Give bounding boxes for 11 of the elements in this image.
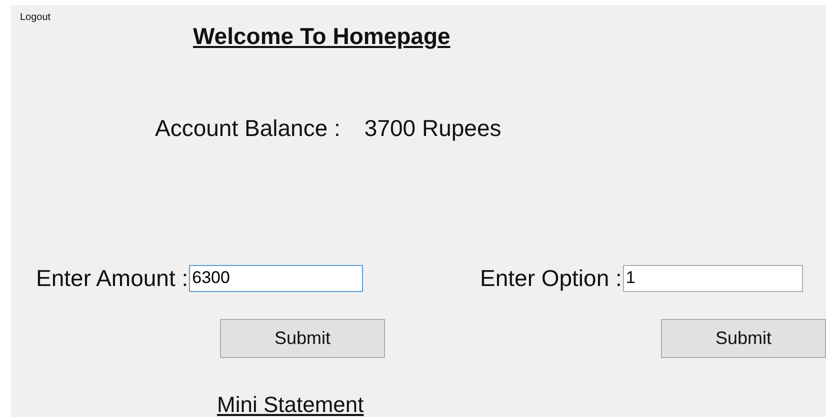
input-field[interactable]: 6300 xyxy=(189,264,364,292)
logout-link[interactable]: Logout xyxy=(20,12,51,23)
field-label: Enter Amount : xyxy=(36,264,188,292)
submit-button[interactable]: Submit xyxy=(661,319,826,358)
balance-value: 3700 Rupees xyxy=(364,115,502,143)
field-label: Enter Option : xyxy=(480,264,622,292)
mini-statement-link[interactable]: Mini Statement xyxy=(217,392,364,417)
submit-button[interactable]: Submit xyxy=(220,319,385,358)
input-field[interactable]: 1 xyxy=(622,264,803,292)
page-title: Welcome To Homepage xyxy=(193,23,450,49)
balance-label: Account Balance : xyxy=(155,115,340,143)
